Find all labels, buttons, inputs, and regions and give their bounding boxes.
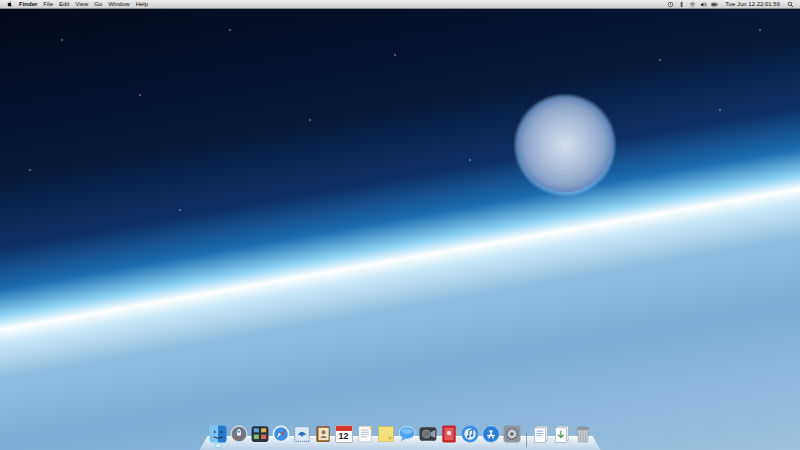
appstore-icon	[482, 425, 500, 443]
running-indicator	[405, 444, 409, 447]
dock: 12	[0, 425, 800, 450]
messages-icon	[398, 425, 416, 443]
wifi-menu[interactable]	[689, 1, 696, 8]
running-indicator	[321, 444, 325, 447]
itunes-icon	[461, 425, 479, 443]
status-area: Tue Jun 12 22:01:56	[667, 0, 794, 9]
launchpad-icon	[230, 425, 248, 443]
dock-item[interactable]	[230, 425, 248, 447]
running-indicator	[363, 444, 367, 447]
downloads-icon	[553, 425, 571, 443]
spotlight-button[interactable]	[787, 1, 794, 8]
running-indicator	[216, 444, 220, 447]
apple-menu[interactable]	[6, 0, 16, 8]
running-indicator	[258, 444, 262, 447]
dock-item[interactable]: 12	[335, 425, 353, 447]
time-machine-menu[interactable]	[667, 1, 674, 8]
running-indicator	[342, 444, 346, 447]
running-indicator	[384, 444, 388, 447]
menu-item[interactable]: Window	[105, 0, 132, 9]
textedit-icon	[356, 425, 374, 443]
running-indicator	[489, 444, 493, 447]
bluetooth-icon	[678, 1, 685, 8]
dock-stack[interactable]	[553, 425, 571, 447]
dock-item[interactable]	[272, 425, 290, 447]
dock-stack[interactable]	[532, 425, 550, 447]
battery-menu[interactable]	[711, 1, 718, 8]
calendar-day: 12	[336, 431, 352, 442]
time-machine-icon	[667, 1, 674, 8]
menu-item[interactable]: Edit	[56, 0, 72, 9]
app-menu[interactable]: Finder	[16, 0, 40, 9]
menu-list: FinderFileEditViewGoWindowHelp	[6, 0, 151, 9]
dock-item[interactable]	[482, 425, 500, 447]
running-indicator	[300, 444, 304, 447]
dock-stack[interactable]	[574, 425, 592, 447]
battery-icon	[711, 1, 718, 8]
dock-item[interactable]	[419, 425, 437, 447]
stickies-icon	[377, 425, 395, 443]
finder-icon	[209, 425, 227, 443]
calendar-band	[336, 426, 352, 431]
menu-item[interactable]: View	[72, 0, 91, 9]
safari-icon	[272, 425, 290, 443]
dock-item[interactable]	[209, 425, 227, 447]
running-indicator	[237, 444, 241, 447]
missioncontrol-icon	[251, 425, 269, 443]
magnifier-icon	[787, 1, 794, 8]
calendar-icon: 12	[335, 425, 353, 443]
dock-item[interactable]	[356, 425, 374, 447]
clock[interactable]: Tue Jun 12 22:01:56	[722, 0, 783, 9]
running-indicator	[279, 444, 283, 447]
running-indicator	[510, 444, 514, 447]
dock-item[interactable]	[293, 425, 311, 447]
facetime-icon	[419, 425, 437, 443]
desktop-area[interactable]	[0, 9, 800, 425]
preferences-icon	[503, 425, 521, 443]
dock-item[interactable]	[377, 425, 395, 447]
running-indicator	[468, 444, 472, 447]
dock-separator	[526, 433, 527, 447]
running-indicator	[447, 444, 451, 447]
dock-item[interactable]	[251, 425, 269, 447]
dock-item[interactable]	[440, 425, 458, 447]
menu-item[interactable]: Help	[133, 0, 151, 9]
dock-shelf: 12	[200, 425, 601, 450]
wifi-icon	[689, 1, 696, 8]
apple-icon	[6, 0, 13, 8]
menu-item[interactable]: Go	[91, 0, 105, 9]
documents-icon	[532, 425, 550, 443]
mail-icon	[293, 425, 311, 443]
desktop[interactable]: FinderFileEditViewGoWindowHelp Tue Jun 1…	[0, 0, 800, 450]
dock-item[interactable]	[461, 425, 479, 447]
bluetooth-menu[interactable]	[678, 1, 685, 8]
photobooth-icon	[440, 425, 458, 443]
volume-icon	[700, 1, 707, 8]
dock-item[interactable]	[314, 425, 332, 447]
volume-menu[interactable]	[700, 1, 707, 8]
dock-item[interactable]	[503, 425, 521, 447]
menu-item[interactable]: File	[40, 0, 56, 9]
trash-icon	[574, 425, 592, 443]
running-indicator	[426, 444, 430, 447]
menu-bar: FinderFileEditViewGoWindowHelp Tue Jun 1…	[0, 0, 800, 9]
contacts-icon	[314, 425, 332, 443]
dock-item[interactable]	[398, 425, 416, 447]
